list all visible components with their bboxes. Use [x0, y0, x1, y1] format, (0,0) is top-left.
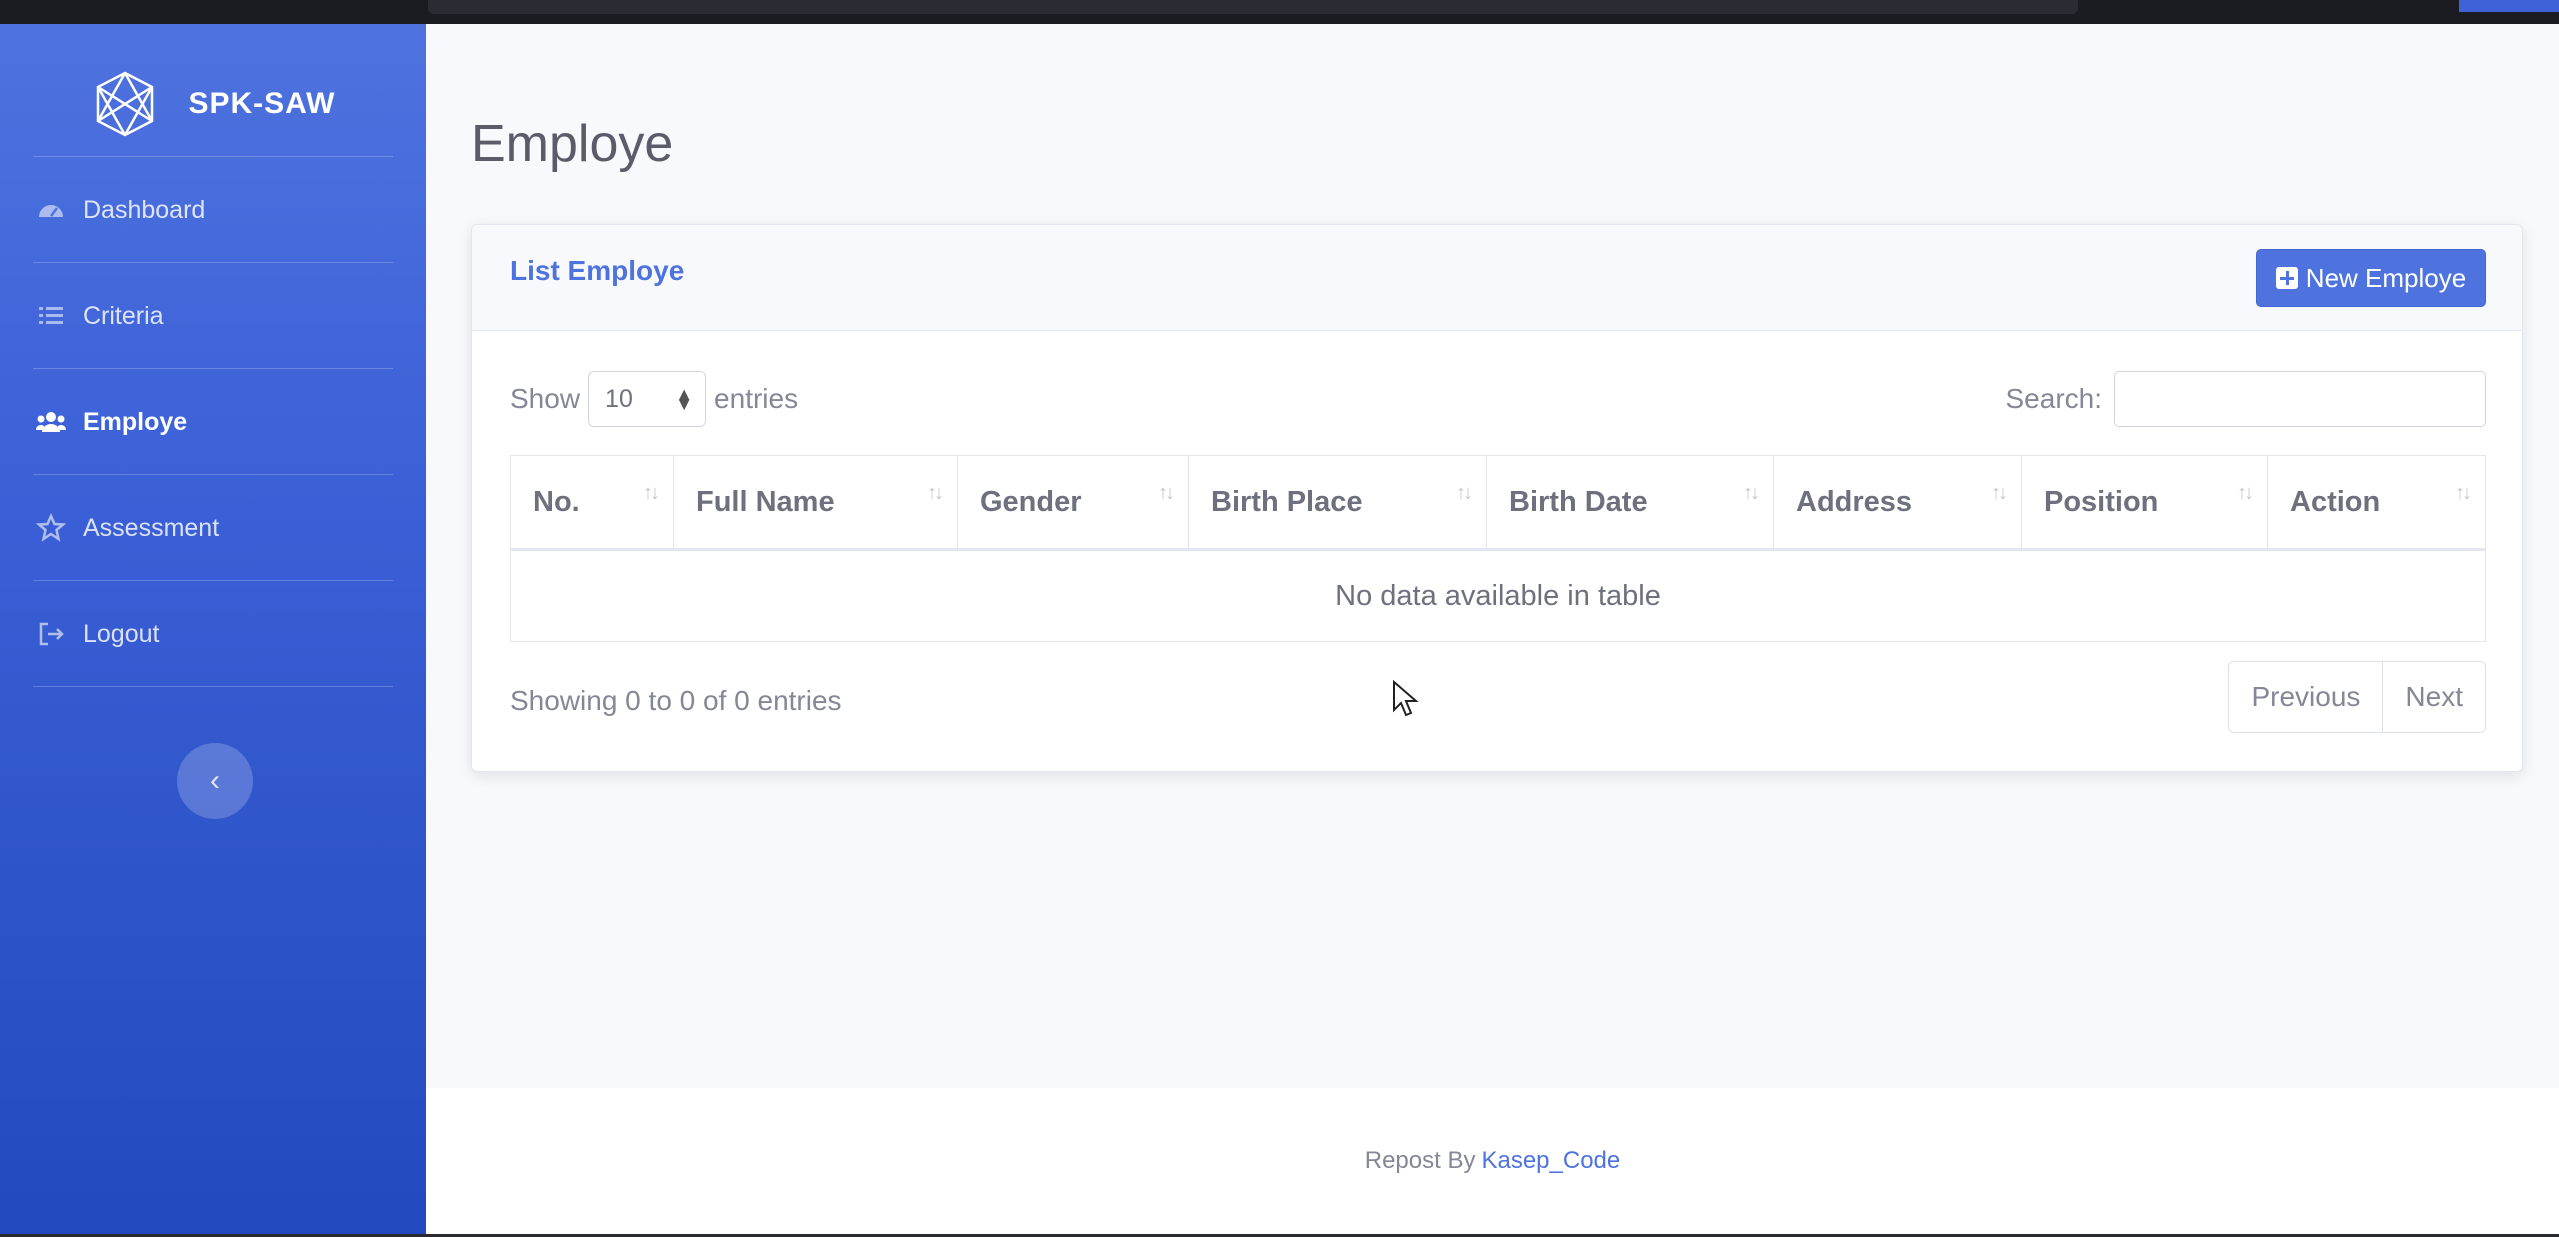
sort-icon: ↑↓: [2455, 482, 2472, 504]
table-header-row: No. ↑↓ Full Name ↑↓ Gender ↑↓ Birth Place ↑↓…: [510, 455, 2486, 551]
column-label: Position: [2044, 485, 2159, 518]
sidebar-brand[interactable]: SPK-SAW: [0, 54, 426, 154]
column-label: Address: [1796, 485, 1913, 518]
sidebar-item-label: Criteria: [83, 301, 164, 330]
previous-page-button[interactable]: Previous: [2229, 662, 2383, 732]
employe-card: List Employe New Employe Show 10 ▲ ▼ entr…: [471, 224, 2523, 772]
star-icon: [33, 510, 69, 546]
sidebar-item-employe[interactable]: Employe: [33, 382, 393, 462]
column-label: Full Name: [696, 485, 835, 518]
card-title: List Employe: [510, 255, 685, 286]
logo-icon: [90, 69, 160, 139]
plus-square-icon: [2275, 267, 2298, 289]
page-length-value: 10: [605, 384, 633, 413]
column-header-no[interactable]: No. ↑↓: [510, 455, 674, 551]
main-content: Employe List Employe New Employe Show 10…: [426, 24, 2559, 1088]
column-label: Birth Date: [1509, 485, 1648, 518]
chevron-left-icon: ‹: [210, 764, 220, 797]
column-label: Birth Place: [1211, 485, 1363, 518]
sidebar-item-assessment[interactable]: Assessment: [33, 488, 393, 568]
brand-title: SPK-SAW: [188, 87, 336, 120]
sidebar-item-label: Dashboard: [83, 195, 206, 224]
sidebar-divider: [33, 580, 393, 581]
page-length-control: Show 10 ▲ ▼ entries: [510, 371, 798, 427]
column-header-birth-place[interactable]: Birth Place ↑↓: [1188, 455, 1487, 551]
sort-icon: ↑↓: [1743, 482, 1760, 504]
sidebar-divider: [33, 262, 393, 263]
sort-icon: ↑↓: [1991, 482, 2008, 504]
sort-icon: ↑↓: [643, 482, 660, 504]
card-header: List Employe New Employe: [472, 225, 2522, 331]
sort-icon: ↑↓: [927, 482, 944, 504]
sidebar-item-label: Employe: [83, 407, 188, 436]
column-label: Action: [2290, 485, 2381, 518]
sort-icon: ↑↓: [1158, 482, 1175, 504]
column-header-full-name[interactable]: Full Name ↑↓: [673, 455, 958, 551]
search-input[interactable]: [2114, 371, 2486, 427]
show-label: Show: [510, 383, 581, 414]
employe-table: No. ↑↓ Full Name ↑↓ Gender ↑↓ Birth Place ↑↓…: [510, 455, 2486, 642]
column-label: Gender: [980, 485, 1082, 518]
address-bar[interactable]: [428, 0, 2078, 14]
sidebar: SPK-SAW Dashboard Criteria Employe Asses…: [0, 24, 426, 1234]
footer-link[interactable]: Kasep_Code: [1481, 1147, 1620, 1175]
page-title: Employe: [471, 115, 674, 173]
sidebar-item-label: Assessment: [83, 513, 220, 542]
sort-icon: ↑↓: [1456, 482, 1473, 504]
column-label: No.: [533, 485, 580, 518]
new-employe-button[interactable]: New Employe: [2256, 249, 2486, 307]
search-label: Search:: [2005, 383, 2103, 414]
browser-topbar: [0, 0, 2559, 24]
footer: Repost By Kasep_Code: [426, 1088, 2559, 1234]
sidebar-divider: [33, 368, 393, 369]
sidebar-item-logout[interactable]: Logout: [33, 594, 393, 674]
sort-icon: ↑↓: [2237, 482, 2254, 504]
sidebar-toggle-button[interactable]: ‹: [177, 743, 253, 819]
column-header-gender[interactable]: Gender ↑↓: [957, 455, 1189, 551]
browser-accent: [2459, 0, 2559, 12]
sidebar-item-criteria[interactable]: Criteria: [33, 276, 393, 356]
table-info: Showing 0 to 0 of 0 entries: [510, 685, 842, 716]
pagination: Previous Next: [2228, 661, 2486, 733]
empty-table-message: No data available in table: [510, 549, 2486, 642]
column-header-action[interactable]: Action ↑↓: [2267, 455, 2486, 551]
next-page-button[interactable]: Next: [2382, 662, 2485, 732]
table-search: Search:: [2005, 371, 2486, 427]
column-header-position[interactable]: Position ↑↓: [2021, 455, 2268, 551]
list-icon: [33, 298, 69, 334]
sort-caret-icon: ▲ ▼: [675, 384, 694, 414]
page-length-select[interactable]: 10 ▲ ▼: [588, 371, 707, 427]
sidebar-item-label: Logout: [83, 619, 160, 648]
table-row: No data available in table: [510, 549, 2486, 642]
column-header-birth-date[interactable]: Birth Date ↑↓: [1486, 455, 1774, 551]
mouse-cursor-icon: [1393, 680, 1419, 717]
footer-text: Repost By: [1364, 1147, 1476, 1174]
entries-label: entries: [714, 383, 799, 414]
sidebar-divider: [33, 156, 393, 157]
new-employe-label: New Employe: [2305, 262, 2467, 293]
sign-out-icon: [33, 616, 69, 652]
sidebar-divider: [33, 686, 393, 687]
users-icon: [33, 404, 69, 440]
sidebar-divider: [33, 474, 393, 475]
tachometer-icon: [33, 192, 69, 228]
sidebar-item-dashboard[interactable]: Dashboard: [33, 170, 393, 250]
column-header-address[interactable]: Address ↑↓: [1773, 455, 2022, 551]
